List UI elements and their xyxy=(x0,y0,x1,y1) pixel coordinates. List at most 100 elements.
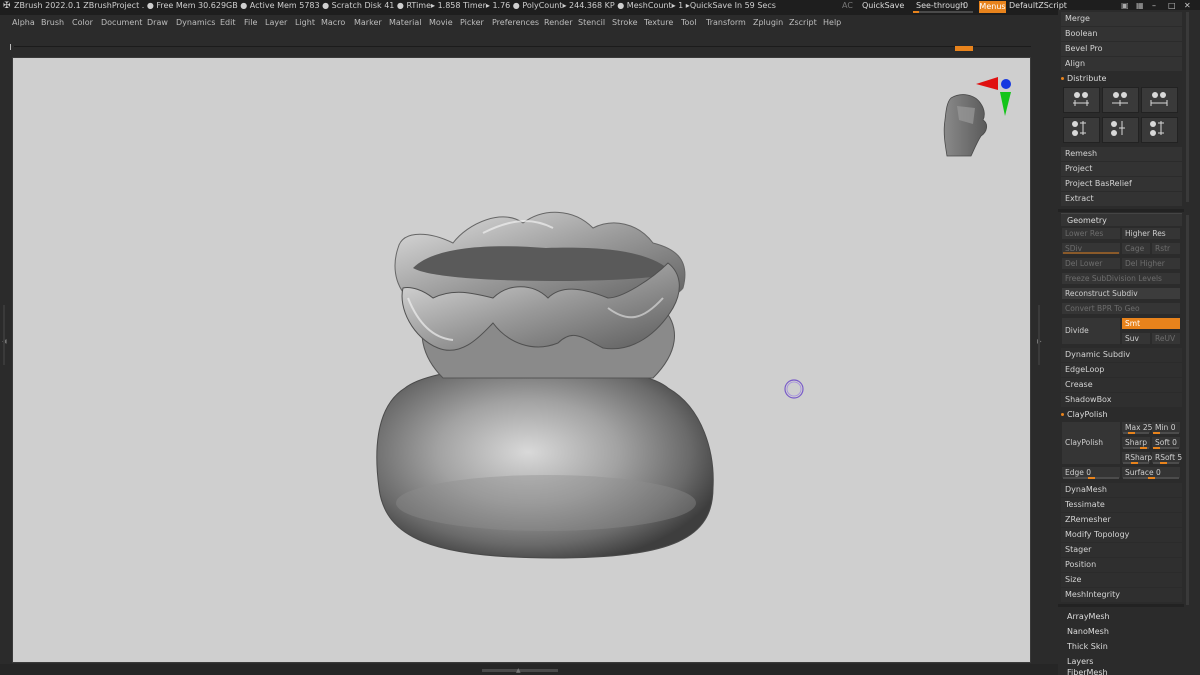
rsharp-slider-knob[interactable] xyxy=(1131,462,1138,464)
del-lower-button[interactable]: Del Lower xyxy=(1062,258,1120,269)
higher-res-button[interactable]: Higher Res xyxy=(1122,228,1180,239)
vase-model[interactable] xyxy=(376,211,714,559)
menu-dynamics[interactable]: Dynamics xyxy=(176,18,215,27)
surface-slider-knob[interactable] xyxy=(1148,477,1155,479)
stager-button[interactable]: Stager xyxy=(1061,543,1182,557)
arraymesh-section[interactable]: ArrayMesh xyxy=(1067,612,1110,621)
shadowbox-button[interactable]: ShadowBox xyxy=(1061,393,1182,407)
project-button[interactable]: Project xyxy=(1061,162,1182,176)
min-slider-knob[interactable] xyxy=(1153,432,1160,434)
distribute-label[interactable]: Distribute xyxy=(1061,74,1106,83)
document-canvas[interactable] xyxy=(12,57,1031,663)
edgeloop-button[interactable]: EdgeLoop xyxy=(1061,363,1182,377)
align-button[interactable]: Align xyxy=(1061,57,1182,71)
modify-topology-button[interactable]: Modify Topology xyxy=(1061,528,1182,542)
menu-marker[interactable]: Marker xyxy=(354,18,382,27)
convert-bpr-to-geo-button[interactable]: Convert BPR To Geo xyxy=(1062,303,1180,314)
see-through-slider[interactable] xyxy=(913,11,973,13)
quicksave-button[interactable]: QuickSave xyxy=(862,1,904,10)
close-icon[interactable]: ✕ xyxy=(1184,1,1191,10)
dynamesh-button[interactable]: DynaMesh xyxy=(1061,483,1182,497)
menu-tool[interactable]: Tool xyxy=(681,18,697,27)
bottom-tray-arrow-icon[interactable]: ▲ xyxy=(516,667,521,674)
project-basrelief-button[interactable]: Project BasRelief xyxy=(1061,177,1182,191)
menu-macro[interactable]: Macro xyxy=(321,18,345,27)
palette-scrollbar-top[interactable] xyxy=(1186,12,1189,202)
menus-button[interactable]: Menus xyxy=(979,1,1006,13)
edge-slider-knob[interactable] xyxy=(1088,477,1095,479)
palette-divider xyxy=(1058,209,1184,212)
menu-zplugin[interactable]: Zplugin xyxy=(753,18,783,27)
rsoft-slider-knob[interactable] xyxy=(1160,462,1167,464)
menu-stencil[interactable]: Stencil xyxy=(578,18,605,27)
lower-res-button[interactable]: Lower Res xyxy=(1062,228,1120,239)
boolean-button[interactable]: Boolean xyxy=(1061,27,1182,41)
max-slider-track xyxy=(1123,432,1149,434)
see-through-slider-fill xyxy=(913,11,919,13)
suv-toggle[interactable]: Suv xyxy=(1122,333,1150,344)
menu-render[interactable]: Render xyxy=(544,18,572,27)
swatch-icon[interactable]: ▣ xyxy=(1121,1,1129,10)
menu-draw[interactable]: Draw xyxy=(147,18,168,27)
ac-label[interactable]: AC xyxy=(842,1,853,10)
position-button[interactable]: Position xyxy=(1061,558,1182,572)
tessimate-button[interactable]: Tessimate xyxy=(1061,498,1182,512)
smt-toggle[interactable]: Smt xyxy=(1122,318,1180,329)
fibermesh-section[interactable]: FiberMesh xyxy=(1067,668,1108,675)
menu-alpha[interactable]: Alpha xyxy=(12,18,35,27)
soft-slider-knob[interactable] xyxy=(1153,447,1160,449)
left-tray-handle[interactable] xyxy=(3,305,5,365)
menu-edit[interactable]: Edit xyxy=(220,18,236,27)
palette-scrollbar-geometry[interactable] xyxy=(1186,215,1189,605)
nanomesh-section[interactable]: NanoMesh xyxy=(1067,627,1109,636)
thick-skin-section[interactable]: Thick Skin xyxy=(1067,642,1108,651)
menu-picker[interactable]: Picker xyxy=(460,18,484,27)
crease-button[interactable]: Crease xyxy=(1061,378,1182,392)
menu-movie[interactable]: Movie xyxy=(429,18,453,27)
menu-document[interactable]: Document xyxy=(101,18,142,27)
shelf-marker[interactable] xyxy=(955,46,973,51)
reconstruct-subdiv-button[interactable]: Reconstruct Subdiv xyxy=(1062,288,1180,299)
minimize-icon[interactable]: – xyxy=(1152,1,1156,10)
menu-light[interactable]: Light xyxy=(295,18,315,27)
merge-button[interactable]: Merge xyxy=(1061,12,1182,26)
title-bar: ✠ ZBrush 2022.0.1 ZBrushProject . ● Free… xyxy=(0,0,1200,15)
bevel-pro-button[interactable]: Bevel Pro xyxy=(1061,42,1182,56)
size-button[interactable]: Size xyxy=(1061,573,1182,587)
freeze-subdivision-levels-button[interactable]: Freeze SubDivision Levels xyxy=(1062,273,1180,284)
remesh-button[interactable]: Remesh xyxy=(1061,147,1182,161)
geometry-section-header[interactable]: Geometry xyxy=(1061,213,1182,226)
viewport-svg xyxy=(376,77,1011,559)
navigation-head-icon[interactable] xyxy=(943,94,987,157)
right-tray-handle[interactable] xyxy=(1038,305,1040,365)
zremesher-button[interactable]: ZRemesher xyxy=(1061,513,1182,527)
menu-texture[interactable]: Texture xyxy=(644,18,673,27)
menu-help[interactable]: Help xyxy=(823,18,841,27)
extract-button[interactable]: Extract xyxy=(1061,192,1182,206)
menu-color[interactable]: Color xyxy=(72,18,93,27)
default-zscript-button[interactable]: DefaultZScript xyxy=(1009,1,1067,10)
claypolish-button[interactable]: ClayPolish xyxy=(1062,422,1120,464)
menu-layer[interactable]: Layer xyxy=(265,18,287,27)
del-higher-button[interactable]: Del Higher xyxy=(1122,258,1180,269)
reuv-toggle[interactable]: ReUV xyxy=(1152,333,1180,344)
title-status-text: ZBrush 2022.0.1 ZBrushProject . ● Free M… xyxy=(14,1,776,10)
menu-preferences[interactable]: Preferences xyxy=(492,18,539,27)
cage-button[interactable]: Cage xyxy=(1122,243,1150,254)
claypolish-subsection-label[interactable]: ClayPolish xyxy=(1061,410,1108,419)
rstr-button[interactable]: Rstr xyxy=(1152,243,1180,254)
layout-icon[interactable]: ▦ xyxy=(1136,1,1144,10)
layers-section[interactable]: Layers xyxy=(1067,657,1093,666)
dynamic-subdiv-button[interactable]: Dynamic Subdiv xyxy=(1061,348,1182,362)
sharp-slider-knob[interactable] xyxy=(1140,447,1147,449)
menu-zscript[interactable]: Zscript xyxy=(789,18,817,27)
menu-brush[interactable]: Brush xyxy=(41,18,64,27)
meshintegrity-button[interactable]: MeshIntegrity xyxy=(1061,588,1182,602)
menu-transform[interactable]: Transform xyxy=(706,18,746,27)
menu-file[interactable]: File xyxy=(244,18,257,27)
maximize-icon[interactable]: □ xyxy=(1168,1,1176,10)
divide-button[interactable]: Divide xyxy=(1062,318,1120,344)
menu-material[interactable]: Material xyxy=(389,18,422,27)
max-slider-knob[interactable] xyxy=(1128,432,1135,434)
menu-stroke[interactable]: Stroke xyxy=(612,18,638,27)
